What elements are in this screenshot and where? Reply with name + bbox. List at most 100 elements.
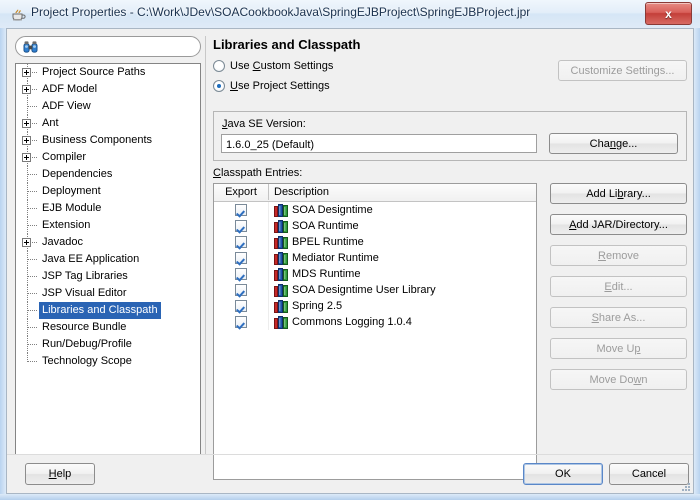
settings-navigation-pane: Project Source Paths ADF Model ADF View Ant… <box>15 36 201 455</box>
sidebar-item-label: JSP Visual Editor <box>42 287 127 299</box>
search-box[interactable] <box>15 36 201 57</box>
tree-guide-dash <box>28 225 37 226</box>
ok-button[interactable]: OK <box>523 463 603 485</box>
button-label-mnemonic: A <box>569 218 577 231</box>
sidebar-item-label: Java EE Application <box>42 253 140 265</box>
expand-plus-icon[interactable] <box>22 153 31 162</box>
table-row[interactable]: Mediator Runtime <box>214 250 536 266</box>
table-row[interactable]: SOA Runtime <box>214 218 536 234</box>
add-library-button[interactable]: Add Li b rary... <box>550 183 687 204</box>
sidebar-item-libraries-and-classpath[interactable]: Libraries and Classpath <box>16 302 200 319</box>
classpath-entry-label: Spring 2.5 <box>292 300 343 312</box>
export-cell <box>214 282 269 298</box>
table-row[interactable]: Spring 2.5 <box>214 298 536 314</box>
table-row[interactable]: SOA Designtime User Library <box>214 282 536 298</box>
sidebar-item-java-ee-application[interactable]: Java EE Application <box>16 251 200 268</box>
expand-plus-icon[interactable] <box>22 238 31 247</box>
sidebar-item-resource-bundle[interactable]: Resource Bundle <box>16 319 200 336</box>
tree-guide-dash <box>28 174 37 175</box>
export-checkbox[interactable] <box>235 284 247 296</box>
export-checkbox[interactable] <box>235 204 247 216</box>
classpath-entries-list[interactable]: Export Description SOA Designtime SOA Run… <box>213 183 537 480</box>
expand-plus-icon[interactable] <box>22 68 31 77</box>
cancel-button[interactable]: Cancel <box>609 463 689 485</box>
export-cell <box>214 314 269 330</box>
export-checkbox[interactable] <box>235 252 247 264</box>
java-coffee-cup-icon <box>12 9 26 21</box>
export-cell <box>214 202 269 218</box>
move-up-button[interactable]: Move Up <box>550 338 687 359</box>
column-header-export[interactable]: Export <box>214 184 269 200</box>
add-jar-directory-button[interactable]: Add JAR/Directory... <box>550 214 687 235</box>
export-cell <box>214 298 269 314</box>
search-input[interactable] <box>42 39 192 54</box>
sidebar-item-adf-view[interactable]: ADF View <box>16 98 200 115</box>
classpath-entry-label: Mediator Runtime <box>292 252 379 264</box>
edit-button[interactable]: Edit... <box>550 276 687 297</box>
export-checkbox[interactable] <box>235 220 247 232</box>
sidebar-item-technology-scope[interactable]: Technology Scope <box>16 353 200 370</box>
expand-plus-icon[interactable] <box>22 119 31 128</box>
change-java-version-button[interactable]: Cha n ge... <box>549 133 678 154</box>
tree-guide-dash <box>28 310 37 311</box>
sidebar-item-label: Compiler <box>42 151 87 163</box>
sidebar-item-deployment[interactable]: Deployment <box>16 183 200 200</box>
export-checkbox[interactable] <box>235 316 247 328</box>
classpath-entry-label: SOA Designtime <box>292 204 373 216</box>
java-se-version-label: Java SE Version: <box>222 118 306 130</box>
expand-plus-icon[interactable] <box>22 136 31 145</box>
resize-grip[interactable] <box>679 480 691 492</box>
sidebar-item-compiler[interactable]: Compiler <box>16 149 200 166</box>
sidebar-item-label: Dependencies <box>42 168 113 180</box>
table-row[interactable]: Commons Logging 1.0.4 <box>214 314 536 330</box>
library-books-icon <box>274 283 288 297</box>
column-header-description[interactable]: Description <box>269 184 536 200</box>
sidebar-item-dependencies[interactable]: Dependencies <box>16 166 200 183</box>
sidebar-item-jsp-visual-editor[interactable]: JSP Visual Editor <box>16 285 200 302</box>
sidebar-item-project-source-paths[interactable]: Project Source Paths <box>16 64 200 81</box>
close-button[interactable]: x <box>645 2 692 25</box>
export-checkbox[interactable] <box>235 268 247 280</box>
java-se-version-group: Java SE Version: Change... <box>213 111 687 161</box>
radio-use-project-settings[interactable]: Use Project Settings <box>213 78 330 94</box>
sidebar-item-label: ADF Model <box>42 83 98 95</box>
sidebar-item-label: Technology Scope <box>42 355 132 367</box>
button-label-post: dd JAR/Directory... <box>576 218 668 231</box>
share-as-button[interactable]: Share As... <box>550 307 687 328</box>
customize-settings-button[interactable]: Customize Settings... <box>558 60 687 81</box>
description-cell: SOA Designtime User Library <box>269 283 436 297</box>
button-label-pre: Add Li <box>586 187 618 200</box>
move-down-button[interactable]: Move Do w n <box>550 369 687 390</box>
table-row[interactable]: MDS Runtime <box>214 266 536 282</box>
sidebar-item-run-debug-profile[interactable]: Run/Debug/Profile <box>16 336 200 353</box>
description-cell: Mediator Runtime <box>269 251 379 265</box>
expand-plus-icon[interactable] <box>22 85 31 94</box>
description-cell: MDS Runtime <box>269 267 360 281</box>
dialog-button-bar: Help OK Cancel <box>7 454 693 493</box>
remove-button[interactable]: Remove <box>550 245 687 266</box>
export-checkbox[interactable] <box>235 300 247 312</box>
sidebar-item-business-components[interactable]: Business Components <box>16 132 200 149</box>
sidebar-item-adf-model[interactable]: ADF Model <box>16 81 200 98</box>
sidebar-item-jsp-tag-libraries[interactable]: JSP Tag Libraries <box>16 268 200 285</box>
sidebar-item-label: ADF View <box>42 100 91 112</box>
table-row[interactable]: BPEL Runtime <box>214 234 536 250</box>
radio-use-custom-settings[interactable]: Use Custom Settings <box>213 58 333 74</box>
sidebar-item-ant[interactable]: Ant <box>16 115 200 132</box>
export-cell <box>214 266 269 282</box>
export-checkbox[interactable] <box>235 236 247 248</box>
library-books-icon <box>274 251 288 265</box>
settings-tree[interactable]: Project Source Paths ADF Model ADF View Ant… <box>15 63 201 455</box>
sidebar-item-ejb-module[interactable]: EJB Module <box>16 200 200 217</box>
library-books-icon <box>274 299 288 313</box>
sidebar-item-extension[interactable]: Extension <box>16 217 200 234</box>
classpath-action-buttons: Add Li b rary... Add JAR/Directory... Remove… <box>550 183 687 400</box>
java-se-version-field[interactable] <box>221 134 537 153</box>
title-bar[interactable]: Project Properties - C:\Work\JDev\SOACoo… <box>0 0 700 28</box>
button-label-mnemonic: p <box>634 342 641 355</box>
radio-label-custom: Use Custom Settings <box>230 60 334 72</box>
pane-splitter[interactable] <box>203 36 208 455</box>
sidebar-item-javadoc[interactable]: Javadoc <box>16 234 200 251</box>
help-button[interactable]: Help <box>25 463 95 485</box>
table-row[interactable]: SOA Designtime <box>214 202 536 218</box>
